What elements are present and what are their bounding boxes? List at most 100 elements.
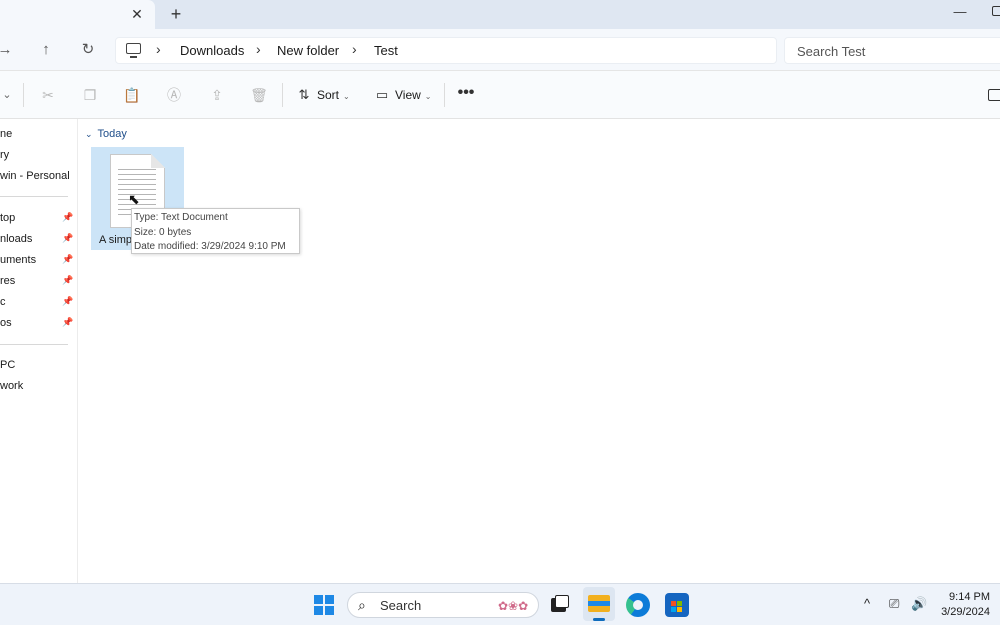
group-header-today[interactable]: ⌄ Today	[85, 128, 127, 140]
sidebar-item-label: os	[0, 317, 12, 329]
search-highlight-icon: ✿❀✿	[498, 599, 529, 613]
doc-line	[118, 179, 156, 180]
pin-icon[interactable]: 📌	[62, 233, 73, 244]
sort-button[interactable]: ⇅ Sort ⌄	[296, 85, 350, 105]
new-chevron-icon[interactable]: ⌄	[0, 86, 16, 104]
sidebar-item-this-pc[interactable]: PC	[0, 359, 15, 377]
sidebar-item-videos[interactable]: os 📌	[0, 317, 73, 335]
divider	[282, 83, 283, 107]
tooltip-type: Type: Text Document	[134, 212, 228, 223]
more-options-button[interactable]: •••	[456, 85, 476, 105]
sidebar-item-label: ry	[0, 149, 10, 161]
taskbar: ⌕ Search ✿❀✿ ^ ⎚ 🔊 9:14 PM 3/29/2024	[0, 583, 1000, 625]
view-label: View	[395, 88, 421, 102]
sidebar-item-label: c	[0, 296, 6, 308]
tab-test[interactable]: ✕	[0, 0, 155, 29]
tooltip-size: Size: 0 bytes	[134, 226, 192, 238]
taskbar-search-box[interactable]: ⌕ Search ✿❀✿	[347, 592, 539, 618]
sidebar-item-label: nloads	[0, 233, 33, 245]
doc-line	[118, 174, 156, 175]
doc-line	[118, 184, 156, 185]
show-hidden-icons-icon[interactable]: ^	[864, 596, 870, 611]
minimize-icon[interactable]: —	[952, 4, 968, 20]
file-explorer-taskbar-button[interactable]	[583, 587, 615, 621]
sidebar-item-label: PC	[0, 359, 16, 371]
task-view-icon[interactable]	[548, 593, 572, 617]
pin-icon[interactable]: 📌	[62, 317, 73, 328]
sidebar-item-label: uments	[0, 254, 37, 266]
tab-close-icon[interactable]: ✕	[128, 5, 146, 23]
command-bar: ⌄ ✂ ❐ 📋 Ⓐ ⇪ 🗑 ⇅ Sort ⌄ ▭ View ⌄ •••	[0, 71, 1000, 119]
search-placeholder: Search Test	[797, 44, 866, 59]
view-icon: ▭	[375, 87, 389, 102]
chevron-down-icon: ⌄	[85, 129, 93, 139]
share-icon[interactable]: ⇪	[208, 86, 226, 104]
sidebar-item-home[interactable]: ne	[0, 128, 12, 146]
title-bar: ✕ + —	[0, 0, 1000, 29]
doc-line	[118, 169, 156, 170]
search-input[interactable]: Search Test	[784, 37, 1000, 64]
new-tab-button[interactable]: +	[167, 4, 185, 24]
sidebar-divider	[0, 344, 68, 345]
breadcrumb[interactable]: › Downloads › New folder › Test	[115, 37, 777, 64]
network-icon[interactable]: ⎚	[889, 596, 899, 612]
forward-arrow-icon[interactable]: →	[0, 39, 16, 61]
clock-time: 9:14 PM	[949, 591, 990, 603]
divider	[23, 83, 24, 107]
address-bar: → ↑ ↻ › Downloads › New folder › Test Se…	[0, 29, 1000, 71]
sidebar-item-pictures[interactable]: res 📌	[0, 275, 73, 293]
this-pc-icon[interactable]	[126, 43, 141, 58]
pin-icon[interactable]: 📌	[62, 296, 73, 307]
breadcrumb-downloads[interactable]: Downloads	[180, 43, 244, 58]
group-header-label: Today	[97, 128, 127, 140]
chevron-down-icon: ⌄	[424, 92, 432, 101]
sidebar-item-label: top	[0, 212, 16, 224]
chevron-right-icon[interactable]: ›	[256, 41, 261, 57]
breadcrumb-test[interactable]: Test	[374, 43, 398, 58]
sidebar-item-music[interactable]: c 📌	[0, 296, 73, 314]
search-icon: ⌕	[358, 597, 366, 613]
sidebar-item-label: ne	[0, 128, 13, 140]
copy-icon[interactable]: ❐	[81, 86, 99, 104]
volume-icon[interactable]: 🔊	[911, 596, 927, 612]
chevron-down-icon: ⌄	[343, 92, 350, 101]
pin-icon[interactable]: 📌	[62, 254, 73, 265]
sidebar-divider	[0, 196, 68, 197]
view-button[interactable]: ▭ View ⌄	[374, 85, 432, 105]
sort-icon: ⇅	[298, 87, 310, 102]
clock[interactable]: 9:14 PM 3/29/2024	[936, 590, 990, 620]
sidebar-item-downloads[interactable]: nloads 📌	[0, 233, 73, 251]
refresh-icon[interactable]: ↻	[77, 39, 99, 61]
details-pane-icon[interactable]	[988, 89, 1000, 101]
paste-icon[interactable]: 📋	[123, 86, 141, 104]
breadcrumb-new-folder[interactable]: New folder	[277, 43, 339, 58]
divider	[444, 83, 445, 107]
sidebar-item-gallery[interactable]: ry	[0, 149, 9, 167]
sidebar-item-label: res	[0, 275, 16, 287]
file-name: A simp	[99, 234, 133, 246]
rename-icon[interactable]: Ⓐ	[165, 86, 183, 104]
cut-icon[interactable]: ✂	[39, 86, 57, 104]
store-icon[interactable]	[665, 593, 689, 617]
up-arrow-icon[interactable]: ↑	[35, 39, 57, 61]
sort-label: Sort	[317, 88, 340, 102]
edge-icon[interactable]	[626, 593, 650, 617]
start-tile	[325, 595, 334, 604]
restore-icon[interactable]	[992, 6, 1000, 16]
sidebar-item-onedrive[interactable]: win - Personal	[0, 170, 70, 188]
mouse-cursor-icon: ⬉	[128, 191, 140, 207]
pin-icon[interactable]: 📌	[62, 212, 73, 223]
navigation-pane: ne ry win - Personal top 📌 nloads 📌 uments…	[0, 119, 78, 583]
sidebar-item-network[interactable]: work	[0, 380, 23, 398]
tooltip-modified: Date modified: 3/29/2024 9:10 PM	[134, 241, 286, 252]
sidebar-item-label: work	[0, 380, 24, 392]
pin-icon[interactable]: 📌	[62, 275, 73, 286]
start-tile	[314, 595, 323, 604]
sidebar-item-documents[interactable]: uments 📌	[0, 254, 73, 272]
delete-icon[interactable]: 🗑	[250, 86, 268, 104]
sidebar-item-desktop[interactable]: top 📌	[0, 212, 73, 230]
chevron-right-icon[interactable]: ›	[156, 41, 161, 57]
chevron-right-icon[interactable]: ›	[352, 41, 357, 57]
start-tile	[314, 606, 323, 615]
windows-start-icon[interactable]	[314, 595, 334, 615]
